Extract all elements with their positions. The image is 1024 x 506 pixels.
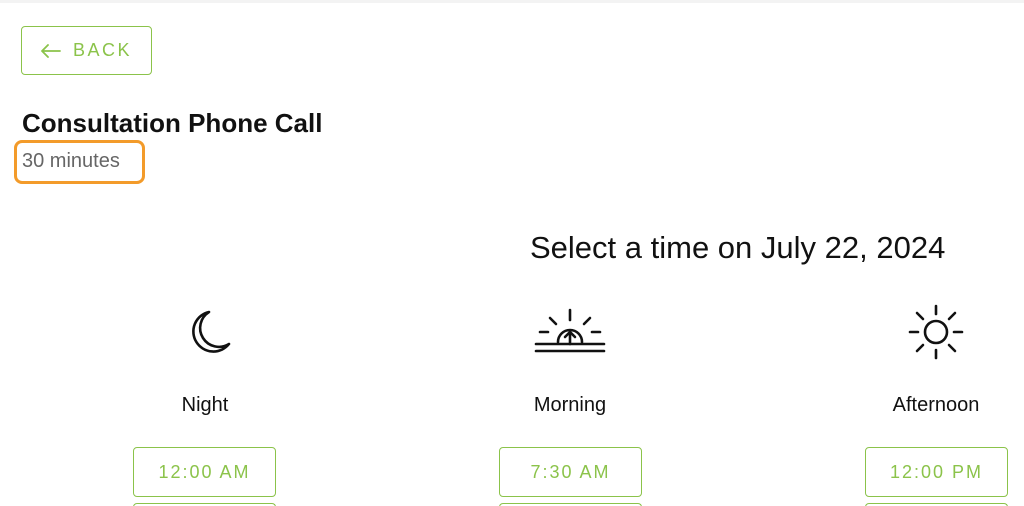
event-title: Consultation Phone Call [22,108,323,138]
period-column-afternoon: Afternoon 12:00 PM [836,300,1024,506]
select-time-heading: Select a time on July 22, 2024 [530,230,946,265]
top-divider [0,0,1024,3]
period-label-afternoon: Afternoon [892,394,980,416]
arrow-left-icon [41,43,61,58]
back-button-label: BACK [72,40,133,60]
time-slot-button[interactable]: 7:30 AM [499,447,642,497]
period-column-night: Night 12:00 AM [105,300,305,506]
time-slot-button[interactable]: 12:00 PM [865,447,1008,497]
period-column-morning: Morning 7:30 AM [470,300,670,506]
time-slot-button[interactable]: 12:00 AM [133,447,276,497]
period-label-morning: Morning [533,394,607,416]
moon-icon [192,310,231,353]
sun-icon [908,304,964,360]
event-duration: 30 minutes [22,150,120,172]
period-label-night: Night [181,394,229,416]
back-button[interactable]: BACK [21,26,152,75]
sunrise-icon [534,308,606,353]
